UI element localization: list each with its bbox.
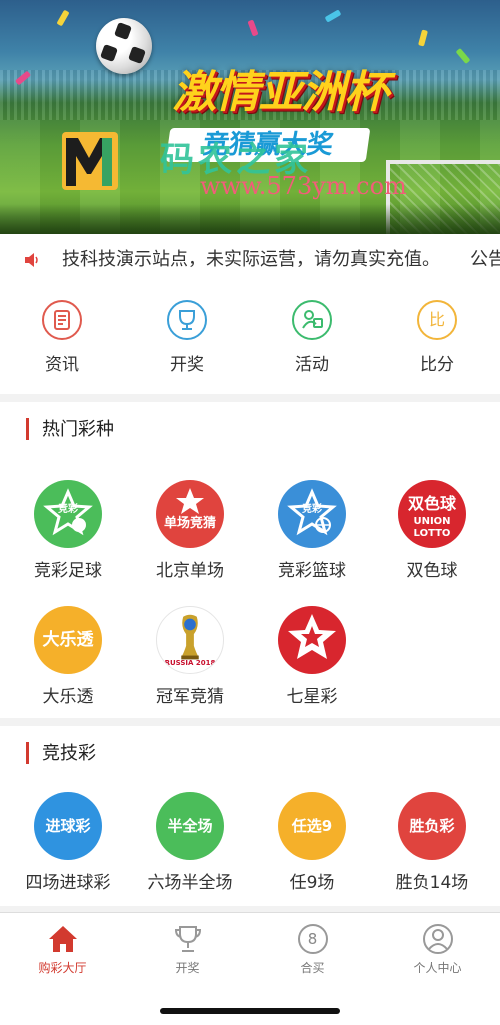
basketball-lottery-icon: 竞彩 [278, 480, 346, 548]
tab-draw[interactable]: 开奖 [125, 923, 250, 976]
confetti [247, 19, 259, 37]
tab-label: 购彩大厅 [38, 961, 87, 975]
any-nine-icon: 任选9 [278, 792, 346, 860]
notice-bar[interactable]: 技科技演示站点，未实际运营，请勿真实充值。 公告 [0, 234, 500, 287]
tab-lobby[interactable]: 购彩大厅 [0, 923, 125, 976]
lottery-any-nine[interactable]: 任选9 任9场 [252, 792, 372, 893]
six-half-full-icon: 半全场 [156, 792, 224, 860]
m-logo-icon [62, 132, 118, 190]
speaker-icon [25, 253, 38, 267]
lottery-champion-guess[interactable]: RUSSIA 2018 冠军竞猜 [130, 606, 250, 707]
quick-nav-label: 开奖 [170, 355, 204, 375]
tab-label: 个人中心 [413, 961, 462, 975]
lottery-label: 七星彩 [286, 687, 338, 707]
group-buy-icon: 8 [297, 923, 329, 955]
home-indicator[interactable] [160, 1008, 340, 1014]
watermark-url: www.573ym.com [200, 172, 407, 200]
trophy-icon [174, 926, 201, 952]
four-goals-icon: 进球彩 [34, 792, 102, 860]
tab-group-buy[interactable]: 8 合买 [250, 923, 375, 976]
confetti [418, 29, 428, 47]
champion-guess-icon: RUSSIA 2018 [156, 606, 224, 674]
lottery-label: 双色球 [406, 561, 458, 581]
lottery-label: 四场进球彩 [25, 873, 111, 893]
lottery-double-color-ball[interactable]: 双色球 UNION LOTTO 双色球 [372, 480, 492, 581]
tab-profile[interactable]: 个人中心 [375, 923, 500, 976]
quick-nav-activity[interactable]: 活动 [272, 300, 352, 375]
lottery-label: 任9场 [289, 873, 335, 893]
tab-label: 合买 [300, 961, 325, 975]
win-lose-14-icon: 胜负彩 [398, 792, 466, 860]
sports-lottery-section: 竞技彩 进球彩 四场进球彩 半全场 六场半全场 任选9 任9场 胜负彩 胜负14… [0, 726, 500, 906]
lottery-label: 六场半全场 [147, 873, 233, 893]
score-icon: 比 [417, 300, 457, 340]
quick-nav-score[interactable]: 比 比分 [397, 300, 477, 375]
quick-nav-news[interactable]: 资讯 [22, 300, 102, 375]
soccer-ball-icon [96, 18, 152, 74]
section-header: 热门彩种 [0, 402, 500, 458]
promo-banner[interactable]: 激情亚洲杯 竞猜赢大奖 码农之家 www.573ym.com [0, 0, 500, 234]
tab-label: 开奖 [175, 961, 200, 975]
section-accent-bar [26, 742, 29, 764]
super-lotto-icon: 大乐透 [34, 606, 102, 674]
lottery-seven-star[interactable]: 七星彩 [252, 606, 372, 707]
lottery-win-lose-14[interactable]: 胜负彩 胜负14场 [372, 792, 492, 893]
notice-text: 技科技演示站点，未实际运营，请勿真实充值。 [62, 249, 440, 270]
banner-title: 激情亚洲杯 [172, 67, 389, 118]
lottery-label: 胜负14场 [395, 873, 469, 893]
confetti [455, 47, 471, 65]
home-icon [48, 926, 77, 952]
user-icon [422, 924, 453, 954]
quick-nav-label: 资讯 [45, 355, 79, 375]
beijing-single-icon: 单场竞猜 [156, 480, 224, 548]
lottery-beijing-single[interactable]: 单场竞猜 北京单场 [130, 480, 250, 581]
lottery-four-goals[interactable]: 进球彩 四场进球彩 [8, 792, 128, 893]
confetti [324, 9, 342, 23]
quick-nav: 资讯 开奖 活动 比 比分 [0, 286, 500, 394]
notice-text-next: 公告 [470, 249, 500, 270]
lottery-super-lotto[interactable]: 大乐透 大乐透 [8, 606, 128, 707]
football-lottery-icon: 竞彩 [34, 480, 102, 548]
seven-star-icon [278, 606, 346, 674]
lottery-football[interactable]: 竞彩 竞彩足球 [8, 480, 128, 581]
lottery-label: 大乐透 [42, 687, 94, 707]
section-title: 竞技彩 [42, 743, 96, 764]
quick-nav-label: 活动 [295, 355, 329, 375]
pitch-foreground [0, 204, 500, 234]
quick-nav-draw[interactable]: 开奖 [147, 300, 227, 375]
lottery-label: 竞彩篮球 [278, 561, 346, 581]
lottery-six-half-full[interactable]: 半全场 六场半全场 [130, 792, 250, 893]
section-accent-bar [26, 418, 29, 440]
news-icon [42, 300, 82, 340]
lottery-label: 冠军竞猜 [156, 687, 224, 707]
quick-nav-label: 比分 [420, 355, 454, 375]
activity-icon [292, 300, 332, 340]
confetti [56, 9, 70, 27]
trophy-icon [167, 300, 207, 340]
lottery-label: 竞彩足球 [34, 561, 102, 581]
double-color-ball-icon: 双色球 UNION LOTTO [398, 480, 466, 548]
notice-marquee: 技科技演示站点，未实际运营，请勿真实充值。 公告 [62, 234, 500, 286]
section-title: 热门彩种 [42, 419, 114, 440]
section-header: 竞技彩 [0, 726, 500, 782]
lottery-basketball[interactable]: 竞彩 竞彩篮球 [252, 480, 372, 581]
hot-lottery-section: 热门彩种 竞彩 竞彩足球 单场竞猜 北京单场 竞彩 竞彩篮球 双色球 UNION… [0, 402, 500, 718]
lottery-label: 北京单场 [156, 561, 224, 581]
